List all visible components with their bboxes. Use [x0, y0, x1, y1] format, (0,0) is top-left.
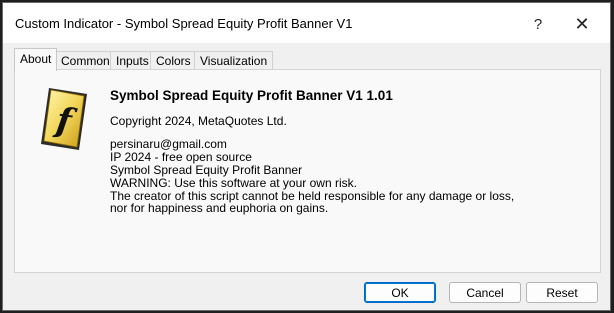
tab-colors[interactable]: Colors	[150, 51, 197, 70]
description-line: WARNING: Use this software at your own r…	[110, 175, 357, 190]
close-icon: ✕	[574, 13, 590, 34]
window-title: Custom Indicator - Symbol Spread Equity …	[15, 16, 353, 31]
description-line: Symbol Spread Equity Profit Banner	[110, 162, 303, 177]
title-bar: Custom Indicator - Symbol Spread Equity …	[3, 3, 610, 43]
copyright-text: Copyright 2024, MetaQuotes Ltd.	[110, 114, 287, 128]
help-button[interactable]: ?	[516, 7, 560, 41]
ok-button[interactable]: OK	[364, 282, 436, 303]
dialog-window: Custom Indicator - Symbol Spread Equity …	[2, 2, 611, 311]
tab-common[interactable]: Common	[55, 51, 116, 70]
description-line: nor for happiness and euphoria on gains.	[110, 201, 329, 216]
help-icon: ?	[533, 15, 543, 33]
tab-about[interactable]: About	[14, 48, 58, 71]
close-button[interactable]: ✕	[560, 7, 604, 41]
about-panel: f Symbol Spread Equity Profit Banner V1 …	[14, 69, 601, 273]
reset-button[interactable]: Reset	[526, 282, 598, 303]
description-line: persinaru@gmail.com	[110, 137, 227, 151]
function-f-icon: f	[41, 88, 87, 150]
description-line: IP 2024 - free open source	[110, 149, 252, 164]
description: persinaru@gmail.com IP 2024 - free open …	[110, 138, 514, 215]
indicator-title: Symbol Spread Equity Profit Banner V1 1.…	[110, 88, 393, 103]
dialog-footer: OK Cancel Reset	[3, 275, 610, 310]
cancel-button[interactable]: Cancel	[449, 282, 521, 303]
tab-visualization[interactable]: Visualization	[194, 51, 274, 70]
tab-inputs[interactable]: Inputs	[110, 51, 155, 70]
